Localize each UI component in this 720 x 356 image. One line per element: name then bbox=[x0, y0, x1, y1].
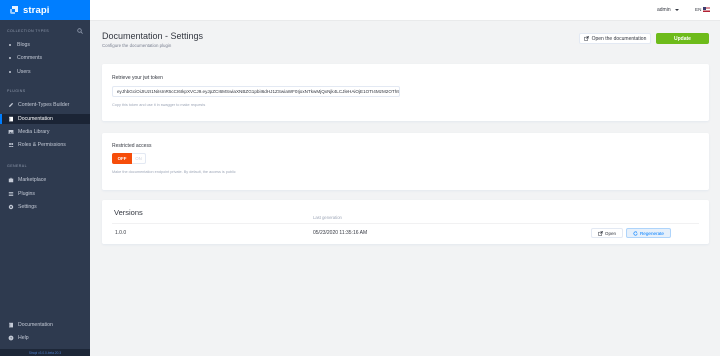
gear-icon bbox=[8, 204, 14, 210]
jwt-token-card: Retrieve your jwt token eyJhbGciOiJIUzI1… bbox=[102, 64, 709, 121]
sidebar-item-label: Content-Types Builder bbox=[18, 102, 70, 108]
help-icon: ? bbox=[8, 335, 14, 341]
update-button[interactable]: Update bbox=[656, 33, 709, 44]
sidebar-item-label: Marketplace bbox=[18, 177, 47, 183]
version-footer: Strapi v3.0.0-beta.20.3 bbox=[0, 349, 90, 356]
strapi-logo-icon bbox=[10, 6, 18, 14]
bullet-icon bbox=[9, 57, 11, 59]
jwt-token-label: Retrieve your jwt token bbox=[112, 75, 163, 81]
image-icon bbox=[8, 129, 14, 135]
sidebar-item-label: Documentation bbox=[18, 322, 53, 328]
regenerate-label: Regenerate bbox=[639, 230, 664, 236]
sidebar-item-label: Users bbox=[17, 69, 31, 75]
version-number: 1.0.0 bbox=[115, 230, 127, 236]
column-header-last-generation: Last generation bbox=[313, 215, 342, 220]
sidebar-item-blogs[interactable]: Blogs bbox=[0, 40, 90, 50]
section-title-general: GENERAL bbox=[7, 164, 27, 168]
sidebar-item-users[interactable]: Users bbox=[0, 67, 90, 77]
sidebar-item-label: Plugins bbox=[18, 191, 36, 197]
list-icon bbox=[8, 191, 14, 197]
sidebar-item-label: Media Library bbox=[18, 129, 50, 135]
brand-logo[interactable]: strapi bbox=[0, 0, 90, 20]
sidebar-item-plugins[interactable]: Plugins bbox=[0, 189, 90, 199]
page-title: Documentation - Settings bbox=[102, 31, 204, 41]
sidebar-item-label: Help bbox=[18, 335, 29, 341]
sidebar-item-label: Blogs bbox=[17, 42, 30, 48]
open-documentation-button[interactable]: Open the documentation bbox=[579, 33, 651, 44]
puzzle-icon bbox=[8, 177, 14, 183]
jwt-token-hint: Copy this token and use it in swagger to… bbox=[112, 103, 206, 107]
sidebar-item-label: Comments bbox=[17, 55, 43, 61]
username: admin bbox=[657, 7, 671, 13]
restricted-access-label: Restricted access bbox=[112, 143, 152, 149]
regenerate-button[interactable]: Regenerate bbox=[626, 228, 671, 238]
restricted-access-card: Restricted access OFF ON Make the docume… bbox=[102, 133, 709, 190]
divider bbox=[112, 223, 699, 224]
language-switcher[interactable]: EN bbox=[695, 7, 711, 12]
sidebar-footer-help[interactable]: ? Help bbox=[0, 333, 90, 343]
sidebar-item-label: Roles & Permissions bbox=[18, 142, 66, 148]
brand-name: strapi bbox=[23, 4, 50, 16]
section-title-plugins: PLUGINS bbox=[7, 89, 26, 93]
sidebar-item-settings[interactable]: Settings bbox=[0, 202, 90, 212]
sidebar-item-content-types-builder[interactable]: Content-Types Builder bbox=[0, 100, 90, 110]
book-icon bbox=[8, 322, 14, 328]
toggle-off-option[interactable]: OFF bbox=[112, 153, 132, 164]
sidebar-item-documentation[interactable]: Documentation bbox=[0, 114, 90, 124]
generation-date: 05/23/2020 11:35:16 AM bbox=[313, 230, 368, 236]
versions-card: Versions Last generation 1.0.0 05/23/202… bbox=[102, 200, 709, 244]
search-icon[interactable] bbox=[77, 28, 83, 34]
sidebar-item-marketplace[interactable]: Marketplace bbox=[0, 175, 90, 185]
top-bar: admin EN bbox=[90, 0, 720, 21]
book-icon bbox=[8, 116, 14, 122]
sidebar-footer-documentation[interactable]: Documentation bbox=[0, 320, 90, 330]
toggle-on-option[interactable]: ON bbox=[132, 153, 146, 164]
refresh-icon bbox=[633, 230, 638, 235]
users-icon bbox=[8, 142, 14, 148]
sidebar-item-roles-permissions[interactable]: Roles & Permissions bbox=[0, 140, 90, 150]
bullet-icon bbox=[9, 44, 11, 46]
pencil-icon bbox=[8, 102, 14, 108]
restricted-access-hint: Make the documentation endpoint private.… bbox=[112, 170, 236, 174]
section-title-collection-types: COLLECTION TYPES bbox=[7, 29, 50, 33]
sidebar-item-media-library[interactable]: Media Library bbox=[0, 127, 90, 137]
us-flag-icon bbox=[703, 7, 711, 12]
bullet-icon bbox=[9, 71, 11, 73]
language-code: EN bbox=[695, 7, 702, 12]
external-link-icon bbox=[583, 36, 589, 41]
versions-title: Versions bbox=[114, 208, 143, 217]
sidebar-item-label: Documentation bbox=[18, 116, 53, 122]
sidebar-item-label: Settings bbox=[18, 204, 37, 210]
sidebar-item-comments[interactable]: Comments bbox=[0, 53, 90, 63]
open-documentation-label: Open the documentation bbox=[591, 35, 647, 42]
chevron-down-icon bbox=[674, 9, 679, 11]
page-subtitle: Configure the documentation plugin bbox=[102, 43, 172, 48]
jwt-token-input[interactable]: eyJhbGciOiJIUzI1NiIsInR5cCI6IkpXVCJ9.eyJ… bbox=[112, 86, 400, 97]
external-link-icon bbox=[598, 230, 603, 236]
sidebar: strapi COLLECTION TYPES Blogs Comments U… bbox=[0, 0, 90, 356]
open-version-label: Open bbox=[604, 230, 617, 236]
open-version-button[interactable]: Open bbox=[591, 228, 623, 238]
restricted-access-toggle[interactable]: OFF ON bbox=[112, 153, 146, 164]
user-menu[interactable]: admin bbox=[657, 7, 679, 13]
